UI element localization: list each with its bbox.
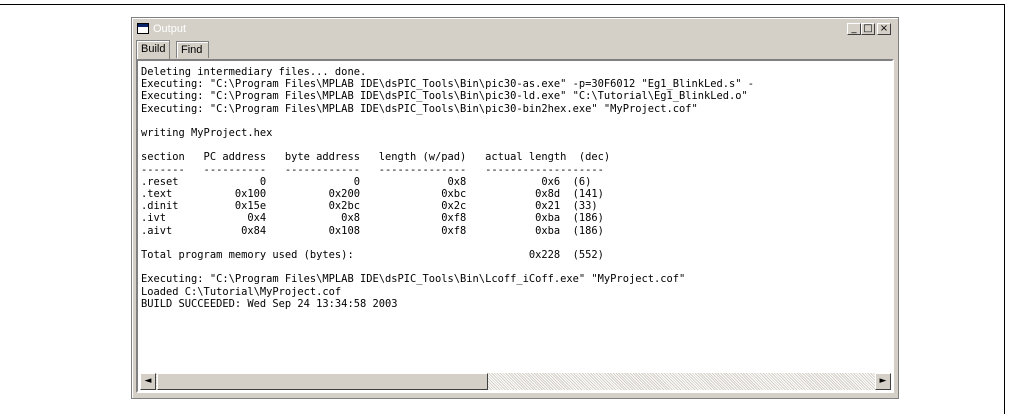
close-button[interactable]: × bbox=[877, 23, 891, 35]
window-icon bbox=[137, 23, 149, 34]
minimize-button[interactable]: _ bbox=[847, 23, 861, 35]
scroll-left-icon[interactable]: ◄ bbox=[140, 373, 156, 390]
output-line: BUILD SUCCEEDED: Wed Sep 24 13:34:58 200… bbox=[141, 297, 398, 310]
output-pane[interactable]: Deleting intermediary files... done. Exe… bbox=[136, 59, 894, 393]
output-line: Executing: "C:\Program Files\MPLAB IDE\d… bbox=[141, 273, 686, 286]
output-line: section PC address byte address length (… bbox=[141, 151, 611, 164]
output-line: .text 0x100 0x200 0xbc 0x8d (141) bbox=[141, 188, 604, 201]
output-line: Loaded C:\Tutorial\MyProject.cof bbox=[141, 285, 342, 298]
tab-build[interactable]: Build bbox=[136, 40, 171, 59]
maximize-button[interactable]: □ bbox=[861, 23, 875, 35]
output-line: Executing: "C:\Program Files\MPLAB IDE\d… bbox=[141, 102, 698, 115]
output-line: Executing: "C:\Program Files\MPLAB IDE\d… bbox=[141, 78, 755, 91]
output-line: .reset 0 0 0x8 0x6 (6) bbox=[141, 175, 592, 188]
output-window: Output _ □ × Build Find in Files Deletin… bbox=[131, 17, 899, 399]
output-line: Deleting intermediary files... done. bbox=[141, 66, 367, 78]
window-title: Output bbox=[153, 23, 187, 35]
output-line: .aivt 0x84 0x108 0xf8 0xba (186) bbox=[141, 224, 604, 237]
title-bar[interactable]: Output _ □ × bbox=[135, 21, 895, 37]
output-line: .dinit 0x15e 0x2bc 0x2c 0x21 (33) bbox=[141, 200, 598, 213]
tab-find-in-files[interactable]: Find in Files bbox=[176, 41, 210, 88]
output-line: ------- ---------- ------------ --------… bbox=[141, 163, 604, 176]
output-line: .ivt 0x4 0x8 0xf8 0xba (186) bbox=[141, 212, 604, 225]
output-line: Total program memory used (bytes): 0x228… bbox=[141, 249, 604, 262]
output-line: Executing: "C:\Program Files\MPLAB IDE\d… bbox=[141, 90, 748, 103]
output-text: Deleting intermediary files... done. Exe… bbox=[141, 66, 754, 310]
output-line: writing MyProject.hex bbox=[141, 127, 273, 140]
scroll-right-icon[interactable]: ► bbox=[875, 373, 891, 390]
horizontal-scrollbar[interactable]: ◄ ► bbox=[140, 373, 891, 390]
scroll-thumb[interactable] bbox=[157, 373, 488, 390]
